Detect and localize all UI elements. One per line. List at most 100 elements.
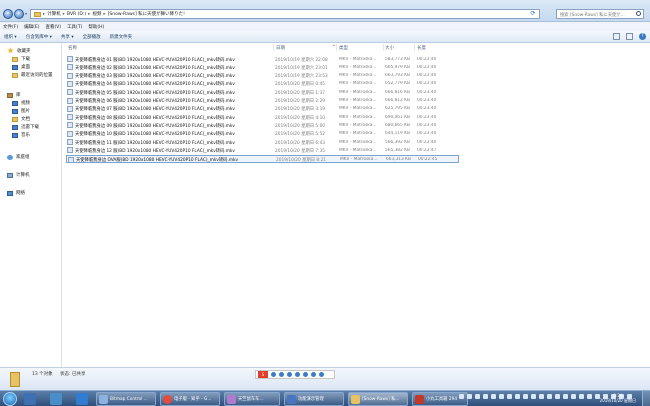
- tray-app-icon[interactable]: [579, 394, 584, 399]
- file-row[interactable]: 天使降临我身边 05 服(BD 1920x1080 HEVC-YUV420P10…: [66, 88, 459, 96]
- file-row[interactable]: 天使降临我身边 02 服(BD 1920x1080 HEVC-YUV420P10…: [66, 63, 459, 71]
- file-row[interactable]: 天使降临我身边 08 服(BD 1920x1080 HEVC-YUV420P10…: [66, 113, 459, 121]
- column-date[interactable]: 日期: [276, 45, 285, 51]
- tray-app-icon[interactable]: [539, 394, 544, 399]
- file-row[interactable]: 天使降临我身边 11 服(BD 1920x1080 HEVC-YUV420P10…: [66, 138, 459, 146]
- sidebar-item-documents[interactable]: 文档: [12, 116, 30, 122]
- preview-pane-icon[interactable]: [626, 33, 633, 40]
- file-row[interactable]: 天使降临我身边 01 服(BD 1920x1080 HEVC-YUV420P10…: [66, 55, 459, 63]
- column-type[interactable]: 类型: [339, 45, 348, 51]
- task-chrome[interactable]: 电子版 - 知乎 - G...: [160, 392, 220, 406]
- tray-app-icon[interactable]: [523, 394, 528, 399]
- file-date: 2019/10/20 星期日 6:43: [275, 140, 326, 146]
- tray-app-icon[interactable]: [587, 394, 592, 399]
- sidebar-item-xunlei[interactable]: 迅雷下载: [12, 124, 39, 130]
- file-row[interactable]: 天使降临我身边 04 服(BD 1920x1080 HEVC-YUV420P10…: [66, 80, 459, 88]
- search-input[interactable]: 搜索 [Snow-Raws] 私に天使が...: [556, 9, 644, 19]
- keyboard-icon[interactable]: [303, 372, 308, 377]
- show-desktop-button[interactable]: [642, 391, 650, 406]
- sidebar-item-network[interactable]: 网络: [7, 190, 25, 196]
- folder-icon: [34, 11, 41, 17]
- menu-help[interactable]: 帮助(H): [88, 24, 104, 30]
- recent-pages-dropdown-icon[interactable]: ▾: [25, 11, 27, 16]
- punctuation-icon[interactable]: [279, 372, 284, 377]
- sidebar-item-pictures[interactable]: 图片: [12, 108, 30, 114]
- menu-edit[interactable]: 编辑(E): [24, 24, 39, 30]
- clock[interactable]: 9:24 2019/10/20 星期日: [600, 393, 636, 404]
- column-divider[interactable]: [414, 44, 415, 51]
- toolbox-icon[interactable]: [319, 372, 324, 377]
- share-button[interactable]: 共享 ▾: [61, 34, 74, 40]
- ie-pin-icon[interactable]: [76, 393, 88, 405]
- file-row[interactable]: 天使降临我身边 09 服(BD 1920x1080 HEVC-YUV420P10…: [66, 121, 459, 129]
- tray-app-icon[interactable]: [547, 394, 552, 399]
- task-bitmap-control[interactable]: Bitmap Control ...: [96, 392, 156, 406]
- sidebar-item-recent[interactable]: 最近访问的位置: [12, 72, 53, 78]
- sidebar-item-homegroup[interactable]: 家庭组: [7, 154, 30, 160]
- file-row[interactable]: 天使降临我身边 07 服(BD 1920x1080 HEVC-YUV420P10…: [66, 105, 459, 113]
- file-row[interactable]: 天使降临我身边 03 服(BD 1920x1080 HEVC-YUV420P10…: [66, 72, 459, 80]
- file-row[interactable]: 天使降临我身边 06 服(BD 1920x1080 HEVC-YUV420P10…: [66, 97, 459, 105]
- tray-app-icon[interactable]: [507, 394, 512, 399]
- task-features[interactable]: 功能演示管理: [284, 392, 344, 406]
- column-duration[interactable]: 长度: [417, 45, 426, 51]
- column-name[interactable]: 名称: [68, 45, 77, 51]
- skin-icon[interactable]: [311, 372, 316, 377]
- media-pin-icon[interactable]: [50, 393, 62, 405]
- column-divider[interactable]: [273, 44, 274, 51]
- forward-button[interactable]: ›: [14, 9, 24, 19]
- emoji-icon[interactable]: [287, 372, 292, 377]
- refresh-icon[interactable]: ⟳: [528, 10, 538, 18]
- breadcrumb-drive[interactable]: BVR (D:): [67, 12, 86, 17]
- file-row-selected[interactable]: 天使降临我身边 OVA服(BD 1920x1080 HEVC-YUV420P10…: [66, 154, 459, 163]
- clock-date: 2019/10/20 星期日: [599, 398, 636, 403]
- organize-button[interactable]: 组织 ▾: [4, 34, 17, 40]
- explorer-pin-icon[interactable]: [24, 393, 36, 405]
- back-button[interactable]: ‹: [3, 9, 13, 19]
- include-in-library-button[interactable]: 包含到库中 ▾: [26, 34, 52, 40]
- task-video[interactable]: 天竺鼠车车...: [224, 392, 280, 406]
- menu-tools[interactable]: 工具(T): [67, 24, 82, 30]
- tray-network-icon[interactable]: [467, 394, 472, 399]
- menu-file[interactable]: 文件(F): [3, 24, 18, 30]
- voice-icon[interactable]: [295, 372, 300, 377]
- tray-app-icon[interactable]: [499, 394, 504, 399]
- sidebar-item-music[interactable]: 音乐: [12, 132, 30, 138]
- ime-toolbar[interactable]: S: [255, 370, 335, 379]
- play-all-button[interactable]: 全部播放: [83, 34, 101, 40]
- breadcrumb-computer[interactable]: 计算机: [47, 11, 61, 17]
- tray-app-icon[interactable]: [571, 394, 576, 399]
- tray-app-icon[interactable]: [491, 394, 496, 399]
- column-divider[interactable]: [383, 44, 384, 51]
- task-explorer-window[interactable]: [Snow-Raws] 私...: [348, 392, 408, 406]
- column-divider[interactable]: [336, 44, 337, 51]
- tray-app-icon[interactable]: [555, 394, 560, 399]
- sidebar-item-libraries[interactable]: 库: [7, 92, 21, 98]
- chinese-mode-icon[interactable]: [271, 372, 276, 377]
- file-row[interactable]: 天使降临我身边 12 服(BD 1920x1080 HEVC-YUV420P10…: [66, 146, 459, 154]
- help-icon[interactable]: ?: [639, 33, 646, 40]
- tray-app-icon[interactable]: [531, 394, 536, 399]
- sidebar-item-desktop[interactable]: 桌面: [12, 64, 30, 70]
- sidebar-item-favorites[interactable]: 收藏夹: [7, 47, 31, 54]
- menu-view[interactable]: 查看(V): [45, 24, 61, 30]
- sidebar-item-computer[interactable]: 计算机: [7, 172, 30, 178]
- start-button[interactable]: [3, 392, 17, 406]
- tray-volume-icon[interactable]: [475, 394, 480, 399]
- new-folder-button[interactable]: 新建文件夹: [110, 34, 133, 40]
- sidebar-item-downloads[interactable]: 下载: [12, 56, 30, 62]
- address-input[interactable]: ▸ 计算机 ▸ BVR (D:) ▸ 视频 ▸ [Snow-Raws] 私に天使…: [30, 9, 540, 19]
- breadcrumb-videos[interactable]: 视频: [92, 11, 101, 17]
- tray-ime-icon[interactable]: [459, 394, 464, 399]
- sidebar-item-videos[interactable]: 视频: [12, 100, 30, 106]
- tray-app-icon[interactable]: [515, 394, 520, 399]
- tray-flag-icon[interactable]: [483, 394, 488, 399]
- address-bar-area: ‹ › ▾ ▸ 计算机 ▸ BVR (D:) ▸ 视频 ▸ [Snow-Raws…: [0, 0, 650, 22]
- search-icon[interactable]: [636, 11, 641, 16]
- sogou-logo-icon[interactable]: S: [258, 371, 268, 378]
- column-size[interactable]: 大小: [385, 45, 394, 51]
- view-options-icon[interactable]: [613, 33, 620, 40]
- file-row[interactable]: 天使降临我身边 10 服(BD 1920x1080 HEVC-YUV420P10…: [66, 130, 459, 138]
- breadcrumb-current-folder[interactable]: [Snow-Raws] 私に天使が舞い降りた!: [108, 11, 185, 17]
- tray-app-icon[interactable]: [563, 394, 568, 399]
